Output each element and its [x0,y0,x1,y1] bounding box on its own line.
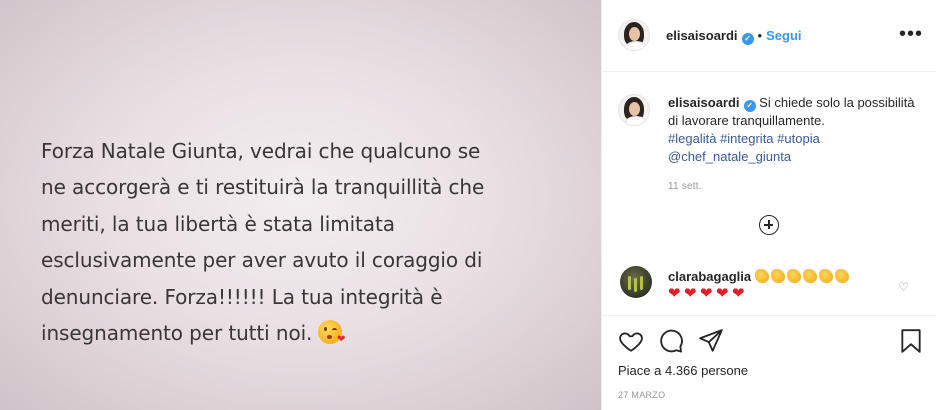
post-image[interactable]: Forza Natale Giunta, vedrai che qualcuno… [0,0,601,410]
commenter-avatar[interactable] [620,266,652,298]
comment-username[interactable]: clarabagaglia [668,269,751,284]
author-avatar[interactable] [618,19,650,51]
heart-emoji-icon [668,285,682,303]
more-options-icon[interactable]: ••• [899,24,923,44]
header-username[interactable]: elisaisoardi [666,28,738,43]
clapping-hands-emoji-icon [834,269,849,283]
comment-emoji-line-1 [754,269,851,284]
actions-divider [602,315,936,316]
header-user-line: elisaisoardi ✓ • Segui [666,27,802,45]
post-date[interactable]: 27 MARZO [618,390,665,400]
clapping-hands-emoji-icon [802,269,817,283]
likes-count[interactable]: Piace a 4.366 persone [618,363,748,378]
comment-bubble-icon[interactable] [658,328,684,354]
post-image-caption-text: Forza Natale Giunta, vedrai che qualcuno… [41,139,485,346]
verified-badge-icon: ✓ [741,33,754,45]
hashtag-utopia[interactable]: #utopia [777,131,820,146]
clapping-hands-emoji-icon [754,269,769,283]
post-header: elisaisoardi ✓ • Segui ••• [602,0,936,72]
save-bookmark-icon[interactable] [900,328,922,354]
heart-emoji-icon [716,285,730,303]
clapping-hands-emoji-icon [786,269,801,283]
clapping-hands-emoji-icon [818,269,833,283]
heart-emoji-icon [684,285,698,303]
post-side-panel: elisaisoardi ✓ • Segui ••• elisaisoardi ✓ Si… [601,0,936,410]
comment-emoji-line-2 [668,285,748,303]
load-more-comments-icon[interactable] [759,215,779,235]
mention-chef-natale-giunta[interactable]: @chef_natale_giunta [668,149,791,164]
comment-like-heart-icon[interactable]: ♡ [898,280,909,294]
hashtag-integrita[interactable]: #integrita [720,131,773,146]
kissing-face-emoji-icon: ❤ [318,320,345,345]
share-paper-plane-icon[interactable] [698,328,724,354]
like-heart-outline-icon[interactable] [618,328,644,354]
caption-verified-badge-icon: ✓ [743,100,756,112]
comment-item: clarabagaglia [668,268,898,304]
clapping-hands-emoji-icon [770,269,785,283]
caption-time-ago[interactable]: 11 sett. [668,181,702,192]
heart-emoji-icon [732,285,746,303]
header-separator: • [757,28,763,43]
caption-author-avatar[interactable] [618,94,650,126]
caption-username[interactable]: elisaisoardi [668,95,740,110]
heart-emoji-icon [700,285,714,303]
follow-button[interactable]: Segui [766,28,801,43]
post-image-text: Forza Natale Giunta, vedrai che qualcuno… [41,133,581,351]
post-caption: elisaisoardi ✓ Si chiede solo la possibil… [668,94,918,166]
hashtag-legalita[interactable]: #legalità [668,131,716,146]
